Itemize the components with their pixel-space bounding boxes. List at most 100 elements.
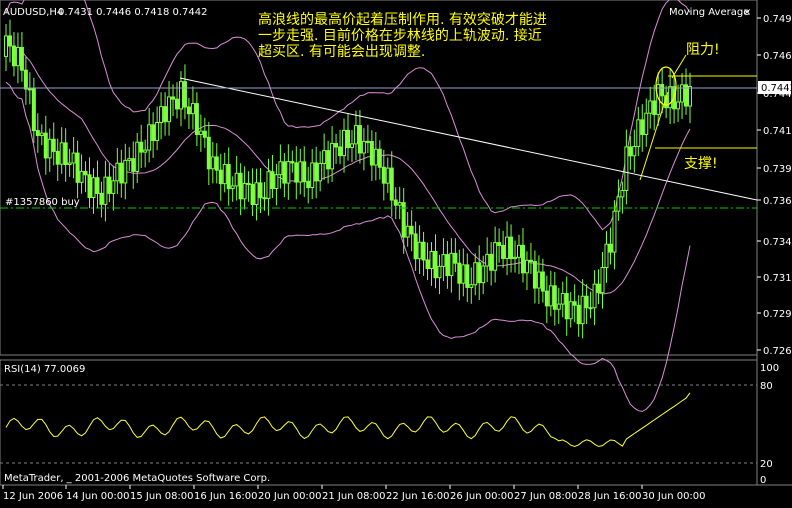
close-icon[interactable]: ×: [743, 7, 751, 18]
price-tick-label: 0.7365: [763, 196, 792, 207]
candle-body: [580, 295, 585, 325]
candle-body: [576, 304, 581, 325]
candle-body: [282, 161, 287, 184]
candle-body: [178, 81, 183, 110]
candle-body: [616, 196, 621, 212]
candle-body: [286, 161, 291, 184]
candle-body: [548, 285, 553, 307]
candle-body: [532, 261, 537, 289]
candle-body: [31, 88, 36, 132]
rsi-tick-20: 20: [760, 459, 773, 470]
candle-body: [373, 148, 378, 166]
time-tick-label: 15 Jun 08:00: [130, 491, 194, 502]
order-label: #1357860 buy: [5, 197, 80, 208]
candle-body: [505, 236, 510, 259]
candle-body: [437, 265, 442, 279]
candle-body: [47, 138, 52, 159]
candle-body: [596, 283, 601, 294]
candle-body: [210, 156, 215, 170]
chart-canvas[interactable]: AUDUSD,H4 0.7431 0.7446 0.7418 0.7442 Mo…: [0, 0, 792, 504]
candle-body: [198, 130, 203, 136]
candle-body: [55, 150, 60, 165]
candle-body: [445, 254, 450, 277]
price-tick-label: 0.7415: [763, 126, 792, 137]
candle-body: [230, 185, 235, 190]
candle-body: [433, 250, 438, 279]
time-tick-label: 16 Jun 16:00: [194, 491, 258, 502]
time-tick-label: 26 Jun 00:00: [450, 491, 514, 502]
candle-body: [632, 145, 637, 157]
price-tick-label: 0.7340: [763, 237, 792, 248]
candle-body: [417, 241, 422, 260]
candle-body: [59, 142, 64, 165]
candle-body: [620, 189, 625, 198]
candle-body: [294, 162, 299, 183]
support-label: 支撑!: [684, 156, 718, 172]
time-tick-label: 12 Jun 2006: [3, 491, 63, 502]
candle-body: [67, 162, 72, 165]
candle-body: [87, 174, 92, 198]
candle-body: [234, 172, 239, 187]
candle-body: [91, 177, 96, 198]
candle-body: [513, 256, 518, 260]
candle-body: [640, 119, 645, 135]
candle-body: [151, 124, 156, 142]
candle-body: [75, 152, 80, 183]
time-tick-label: 28 Jun 16:00: [578, 491, 642, 502]
candle-body: [182, 81, 187, 108]
candle-body: [481, 265, 486, 284]
candle-body: [135, 141, 140, 172]
candle-body: [262, 197, 267, 200]
time-tick-label: 21 Jun 08:00: [322, 491, 386, 502]
candle-body: [377, 148, 382, 168]
candle-body: [342, 129, 347, 157]
candle-body: [648, 100, 653, 114]
analysis-note: 高浪线的最高价起着压制作用. 有效突破才能进一步走强. 目前价格在步林线的上轨波…: [258, 12, 547, 60]
candle-body: [489, 253, 494, 271]
time-axis[interactable]: 12 Jun 2006 14 Jun 00:00 15 Jun 08:00 16 Ju…: [2, 485, 706, 502]
price-tick-label: 0.7265: [763, 346, 792, 357]
candle-body: [322, 150, 327, 164]
candle-body: [19, 46, 24, 71]
candle-body: [51, 138, 56, 152]
candle-body: [564, 293, 569, 320]
rsi-label: RSI(14) 77.0069: [4, 364, 85, 375]
candle-body: [143, 149, 148, 153]
candle-body: [39, 132, 44, 136]
candle-body: [540, 271, 545, 292]
price-tick-label: 0.7490: [763, 14, 792, 25]
candle-body: [628, 146, 633, 157]
candle-body: [409, 225, 414, 235]
candle-body: [441, 254, 446, 267]
candle-body: [334, 143, 339, 148]
candle-body: [147, 124, 152, 151]
candle-body: [131, 158, 136, 172]
time-tick-label: 30 Jun 00:00: [642, 491, 706, 502]
candle-body: [186, 106, 191, 115]
price-tick-label: 0.7390: [763, 164, 792, 175]
candle-body: [568, 301, 573, 320]
candle-body: [27, 88, 32, 91]
symbol-timeframe-label: AUDUSD,H4: [3, 7, 63, 18]
candle-body: [425, 259, 430, 269]
candle-body: [290, 161, 295, 164]
candle-body: [588, 307, 593, 310]
candle-body: [369, 140, 374, 166]
candle-body: [604, 243, 609, 269]
rsi-tick-0: 0: [760, 475, 766, 486]
candle-body: [306, 181, 311, 189]
candle-body: [453, 252, 458, 264]
rsi-panel-frame: [0, 359, 758, 486]
current-price-value: 0.7442: [761, 83, 792, 94]
candle-body: [246, 182, 251, 185]
candle-body: [612, 210, 617, 253]
price-axis[interactable]: 0.74900.74650.74400.74150.73900.73650.73…: [757, 14, 792, 357]
candle-body: [266, 171, 271, 199]
indicator-name-label: Moving Average: [669, 7, 749, 18]
candle-body: [111, 180, 116, 194]
candle-body: [314, 162, 319, 182]
candle-body: [43, 132, 48, 159]
candle-body: [242, 182, 247, 200]
ohlc-readout: 0.7431 0.7446 0.7418 0.7442: [58, 7, 208, 18]
candle-body: [194, 103, 199, 136]
